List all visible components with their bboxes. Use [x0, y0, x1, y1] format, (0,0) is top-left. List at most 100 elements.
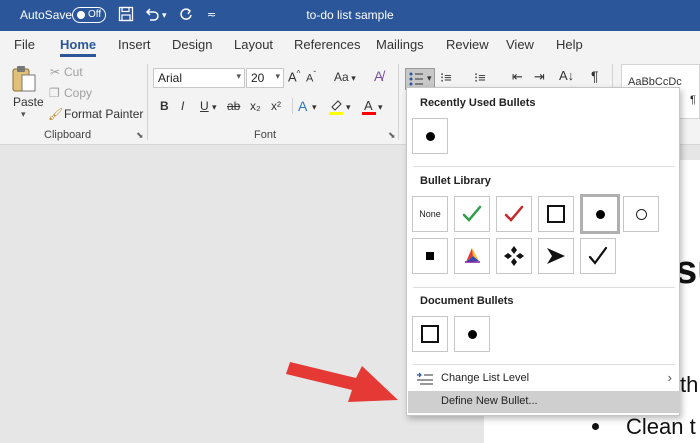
tab-view[interactable]: View [506, 37, 534, 52]
paste-button[interactable] [10, 64, 38, 97]
font-size-value: 20 [251, 71, 265, 85]
chevron-down-icon: ▾ [275, 71, 280, 81]
font-color-button[interactable]: A [362, 98, 376, 119]
bullet-four-diamond[interactable] [496, 238, 532, 274]
recent-bullet-filled-circle[interactable] [412, 118, 448, 154]
decrease-indent-icon[interactable]: ⇤ [512, 69, 523, 85]
arrowhead-icon [547, 248, 565, 264]
filled-circle-icon [595, 209, 605, 219]
numbering-icon[interactable]: ⁝≡ [440, 70, 452, 86]
bullet-colorful-star[interactable] [454, 238, 490, 274]
bullet-hollow-circle[interactable] [623, 196, 659, 232]
title-bar: AutoSave Off ▾ ≂ to-do list sample [0, 0, 700, 31]
define-new-bullet-label: Define New Bullet... [441, 395, 538, 407]
tab-insert[interactable]: Insert [118, 37, 151, 52]
font-launcher-icon[interactable]: ⬊ [388, 130, 396, 141]
font-name-value: Arial [158, 71, 183, 85]
clear-formatting-icon[interactable]: A̸ [374, 68, 383, 84]
bullet-filled-circle[interactable] [580, 194, 620, 234]
text-effects-dropdown-icon[interactable]: ▾ [312, 102, 317, 113]
cut-button[interactable]: Cut [64, 65, 83, 79]
highlight-button[interactable] [328, 98, 344, 119]
paste-dropdown-icon[interactable]: ▾ [21, 109, 26, 120]
text-effects-icon[interactable]: A [298, 98, 307, 114]
font-name-combo[interactable]: Arial ▾ [153, 68, 245, 88]
grow-font-icon[interactable]: A^ [288, 69, 300, 84]
inline-separator [292, 98, 293, 114]
filled-circle-icon [425, 131, 435, 141]
underline-button[interactable]: U [200, 99, 209, 113]
show-formatting-marks-icon[interactable]: ¶ [591, 68, 599, 84]
document-bullets-title: Document Bullets [420, 295, 514, 307]
bullet-list-icon [409, 72, 423, 86]
filled-circle-icon [467, 329, 477, 339]
bullet-none[interactable]: None [412, 196, 448, 232]
document-line-fragment: Clean t [626, 414, 696, 439]
colorful-star-icon [465, 248, 480, 263]
bold-button[interactable]: B [160, 99, 169, 113]
multilevel-list-icon[interactable]: ⁝≡ [474, 70, 486, 86]
check-mark-icon [588, 246, 608, 265]
increase-indent-icon[interactable]: ⇥ [534, 69, 545, 85]
paste-icon [12, 66, 36, 92]
clipboard-launcher-icon[interactable]: ⬊ [136, 130, 144, 141]
sort-icon[interactable]: A↓ [559, 68, 574, 83]
filled-square-icon [426, 252, 434, 260]
change-list-level-item[interactable]: Change List Level › [408, 368, 680, 390]
format-painter-button[interactable]: Format Painter [64, 107, 143, 121]
section-divider [413, 364, 675, 365]
font-group-label: Font [254, 129, 277, 141]
bullet-filled-square[interactable] [412, 238, 448, 274]
change-case-button[interactable]: Aa ▾ [334, 70, 356, 84]
bullet-red-check[interactable] [496, 196, 532, 232]
ribbon-tabs: File Home Insert Design Layout Reference… [0, 31, 700, 58]
document-bullet-filled-circle[interactable] [454, 316, 490, 352]
subscript-button[interactable]: x₂ [250, 99, 261, 113]
format-painter-icon: 🖌 [48, 107, 64, 121]
hollow-square-icon [421, 325, 439, 343]
section-divider [413, 166, 675, 167]
bullet-hollow-square[interactable] [538, 196, 574, 232]
highlight-dropdown-icon[interactable]: ▾ [346, 102, 351, 113]
bullets-dropdown-icon: ▾ [427, 73, 432, 83]
bullet-check-mark[interactable] [580, 238, 616, 274]
italic-button[interactable]: I [181, 99, 184, 113]
tab-references[interactable]: References [294, 37, 360, 52]
paragraph-mark: ¶ [690, 94, 696, 106]
paste-label: Paste [13, 95, 44, 109]
bullet-arrowhead[interactable] [538, 238, 574, 274]
chevron-down-icon: ▾ [236, 71, 241, 81]
document-bullet [592, 423, 599, 430]
underline-dropdown-icon[interactable]: ▾ [212, 102, 217, 113]
hollow-circle-icon [635, 208, 647, 220]
change-case-label: Aa [334, 70, 349, 84]
font-size-combo[interactable]: 20 ▾ [246, 68, 284, 88]
green-check-icon [462, 205, 482, 222]
document-bullet-hollow-square[interactable] [412, 316, 448, 352]
document-line-fragment: th [680, 372, 699, 397]
svg-text:A: A [364, 98, 373, 113]
group-separator [398, 64, 399, 140]
define-new-bullet-item[interactable]: Define New Bullet... [408, 391, 680, 413]
shrink-font-icon[interactable]: Aˇ [306, 70, 316, 85]
font-color-icon: A [362, 98, 376, 115]
change-list-level-icon [417, 372, 433, 385]
font-color-dropdown-icon[interactable]: ▾ [378, 102, 383, 113]
none-label: None [419, 209, 441, 219]
tab-design[interactable]: Design [172, 37, 212, 52]
bullet-green-check[interactable] [454, 196, 490, 232]
tab-layout[interactable]: Layout [234, 37, 273, 52]
red-arrow-icon [286, 362, 398, 402]
hollow-square-icon [547, 205, 565, 223]
strikethrough-button[interactable]: ab [227, 99, 240, 113]
section-divider [413, 287, 675, 288]
tab-file[interactable]: File [14, 37, 35, 52]
tab-help[interactable]: Help [556, 37, 583, 52]
superscript-button[interactable]: x² [271, 99, 281, 113]
copy-button[interactable]: Copy [64, 86, 92, 100]
tab-home[interactable]: Home [60, 37, 97, 57]
highlighter-icon [329, 100, 343, 115]
tab-review[interactable]: Review [446, 37, 489, 52]
tab-mailings[interactable]: Mailings [376, 37, 424, 52]
red-check-icon [504, 205, 524, 222]
